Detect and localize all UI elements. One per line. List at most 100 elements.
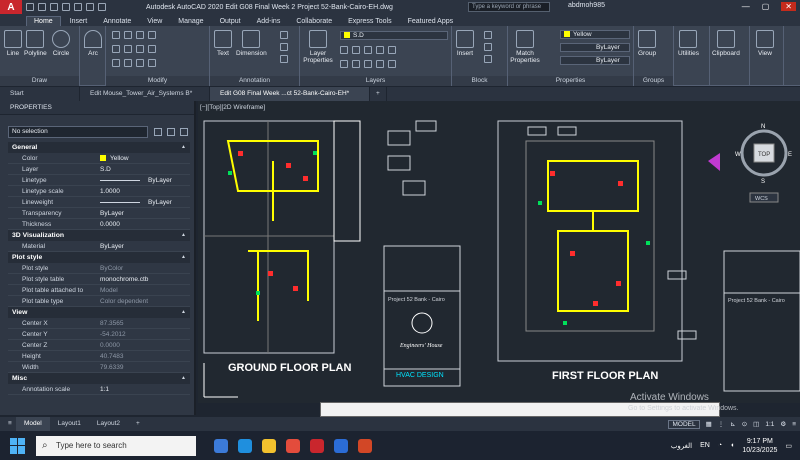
autocad-logo-icon[interactable]: A bbox=[0, 0, 22, 14]
edge-icon[interactable] bbox=[238, 438, 252, 453]
task-view-icon[interactable] bbox=[214, 438, 228, 453]
property-row[interactable]: Center Y -54.2012 bbox=[8, 329, 190, 340]
mirror-icon[interactable] bbox=[124, 45, 132, 53]
text-button[interactable]: Text bbox=[214, 30, 232, 57]
tab-manage[interactable]: Manage bbox=[171, 17, 210, 26]
user-account[interactable]: abdmoh985 bbox=[568, 2, 605, 9]
view-button[interactable]: View bbox=[756, 30, 774, 57]
property-row[interactable]: Layer S.D bbox=[8, 164, 190, 175]
scale-icon[interactable] bbox=[124, 59, 132, 67]
clipboard-button[interactable]: Clipboard bbox=[712, 30, 740, 57]
property-row[interactable]: Plot style table monochrome.ctb bbox=[8, 274, 190, 285]
property-row[interactable]: Annotation scale 1:1 bbox=[8, 384, 190, 395]
property-row[interactable]: Plot style ByColor bbox=[8, 263, 190, 274]
draw-panel-title[interactable]: Draw bbox=[0, 76, 79, 86]
property-row[interactable]: Color Yellow bbox=[8, 153, 190, 164]
customize-icon[interactable]: ≡ bbox=[792, 421, 796, 428]
weather-label[interactable]: الغروب bbox=[671, 442, 692, 450]
property-row[interactable]: Width 79.6339 bbox=[8, 362, 190, 373]
layer-match-icon[interactable] bbox=[388, 46, 396, 54]
erase-icon[interactable] bbox=[148, 31, 156, 39]
layer-freeze-icon[interactable] bbox=[364, 46, 372, 54]
line-button[interactable]: Line bbox=[4, 30, 22, 57]
model-space-button[interactable]: MODEL bbox=[668, 419, 700, 429]
tab-home[interactable]: Home bbox=[26, 16, 61, 26]
polyline-button[interactable]: Polyline bbox=[24, 30, 47, 57]
layer-isolate-icon[interactable] bbox=[352, 46, 360, 54]
property-row[interactable]: Thickness 0.0000 bbox=[8, 219, 190, 230]
edit-block-icon[interactable] bbox=[484, 43, 492, 51]
powerpoint-icon[interactable] bbox=[358, 438, 372, 453]
volume-icon[interactable]: ◖ bbox=[730, 442, 734, 449]
tab-collaborate[interactable]: Collaborate bbox=[289, 17, 339, 26]
layer-thaw-icon[interactable] bbox=[364, 60, 372, 68]
layer-dropdown[interactable]: S.D bbox=[340, 31, 448, 40]
undo-icon[interactable] bbox=[86, 3, 94, 11]
groups-panel-title[interactable]: Groups bbox=[634, 76, 673, 86]
arc-button[interactable]: Arc bbox=[84, 30, 102, 57]
block-panel-title[interactable]: Block bbox=[452, 76, 507, 86]
match-properties-button[interactable]: Match Properties bbox=[510, 30, 540, 64]
tab-insert[interactable]: Insert bbox=[63, 17, 95, 26]
viewcube-top-face[interactable]: TOP bbox=[758, 152, 770, 158]
insert-button[interactable]: Insert bbox=[456, 30, 474, 57]
section-3d-visualization[interactable]: 3D Visualization bbox=[8, 230, 190, 241]
taskbar-search-input[interactable]: Type here to search bbox=[36, 435, 196, 456]
file-explorer-icon[interactable] bbox=[262, 438, 276, 453]
doc-tab-mouse-tower[interactable]: Edit Mouse_Tower_Air_Systems B* bbox=[80, 87, 210, 101]
annotation-scale[interactable]: 1:1 bbox=[765, 421, 774, 428]
doc-tab-start[interactable]: Start bbox=[0, 87, 80, 101]
layer-on-icon[interactable] bbox=[340, 60, 348, 68]
create-block-icon[interactable] bbox=[484, 31, 492, 39]
move-icon[interactable] bbox=[112, 31, 120, 39]
tab-express-tools[interactable]: Express Tools bbox=[341, 17, 398, 26]
snap-icon[interactable]: ⋮ bbox=[718, 420, 725, 428]
tab-featured-apps[interactable]: Featured Apps bbox=[401, 17, 461, 26]
new-tab-button[interactable]: + bbox=[370, 87, 387, 101]
explode-icon[interactable] bbox=[148, 45, 156, 53]
copy-icon[interactable] bbox=[112, 45, 120, 53]
close-icon[interactable]: ✕ bbox=[781, 2, 796, 11]
language-indicator[interactable]: EN bbox=[700, 442, 710, 449]
color-dropdown[interactable]: Yellow bbox=[560, 30, 630, 39]
quick-select-icon[interactable] bbox=[180, 128, 188, 136]
workspace-gear-icon[interactable]: ⚙ bbox=[780, 420, 786, 428]
taskbar-clock[interactable]: 9:17 PM 10/23/2025 bbox=[742, 437, 777, 455]
stretch-icon[interactable] bbox=[112, 59, 120, 67]
property-row[interactable]: Material ByLayer bbox=[8, 241, 190, 252]
toggle-pickadd-icon[interactable] bbox=[154, 128, 162, 136]
rotate-icon[interactable] bbox=[124, 31, 132, 39]
array-icon[interactable] bbox=[136, 59, 144, 67]
tab-annotate[interactable]: Annotate bbox=[96, 17, 138, 26]
redo-icon[interactable] bbox=[98, 3, 106, 11]
property-row[interactable]: Plot table attached to Model bbox=[8, 285, 190, 296]
property-row[interactable]: Lineweight ByLayer bbox=[8, 197, 190, 208]
new-icon[interactable] bbox=[26, 3, 34, 11]
layout-menu-icon[interactable]: ≡ bbox=[0, 417, 16, 431]
wifi-icon[interactable]: ◔ bbox=[718, 442, 722, 449]
offset-icon[interactable] bbox=[148, 59, 156, 67]
properties-panel-title[interactable]: Properties bbox=[508, 76, 633, 86]
doc-tab-active-drawing[interactable]: Edit G08 Final Week ...ct 52-Bank-Cairo-… bbox=[210, 87, 370, 101]
wcs-menu[interactable]: WCS bbox=[755, 196, 768, 202]
drawing-canvas[interactable]: [−][Top][2D Wireframe] Project 52 Bank -… bbox=[198, 101, 800, 403]
property-row[interactable]: Transparency ByLayer bbox=[8, 208, 190, 219]
edit-attributes-icon[interactable] bbox=[484, 55, 492, 63]
open-icon[interactable] bbox=[38, 3, 46, 11]
layout-tab-model[interactable]: Model bbox=[16, 417, 50, 431]
layout-tab-layout1[interactable]: Layout1 bbox=[50, 417, 89, 431]
circle-button[interactable]: Circle bbox=[52, 30, 70, 57]
save-as-icon[interactable] bbox=[62, 3, 70, 11]
annotation-panel-title[interactable]: Annotation bbox=[210, 76, 299, 86]
tab-view[interactable]: View bbox=[140, 17, 169, 26]
notifications-icon[interactable]: ▭ bbox=[785, 442, 792, 450]
tab-output[interactable]: Output bbox=[213, 17, 248, 26]
property-row[interactable]: Center Z 0.0000 bbox=[8, 340, 190, 351]
start-button[interactable] bbox=[10, 437, 26, 454]
viewcube[interactable]: TOP N S W E WCS bbox=[735, 124, 792, 203]
layer-current-icon[interactable] bbox=[388, 60, 396, 68]
layer-properties-button[interactable]: Layer Properties bbox=[302, 30, 334, 64]
property-row[interactable]: Plot table type Color dependent bbox=[8, 296, 190, 307]
layer-unisolate-icon[interactable] bbox=[352, 60, 360, 68]
table-icon[interactable] bbox=[280, 43, 288, 51]
